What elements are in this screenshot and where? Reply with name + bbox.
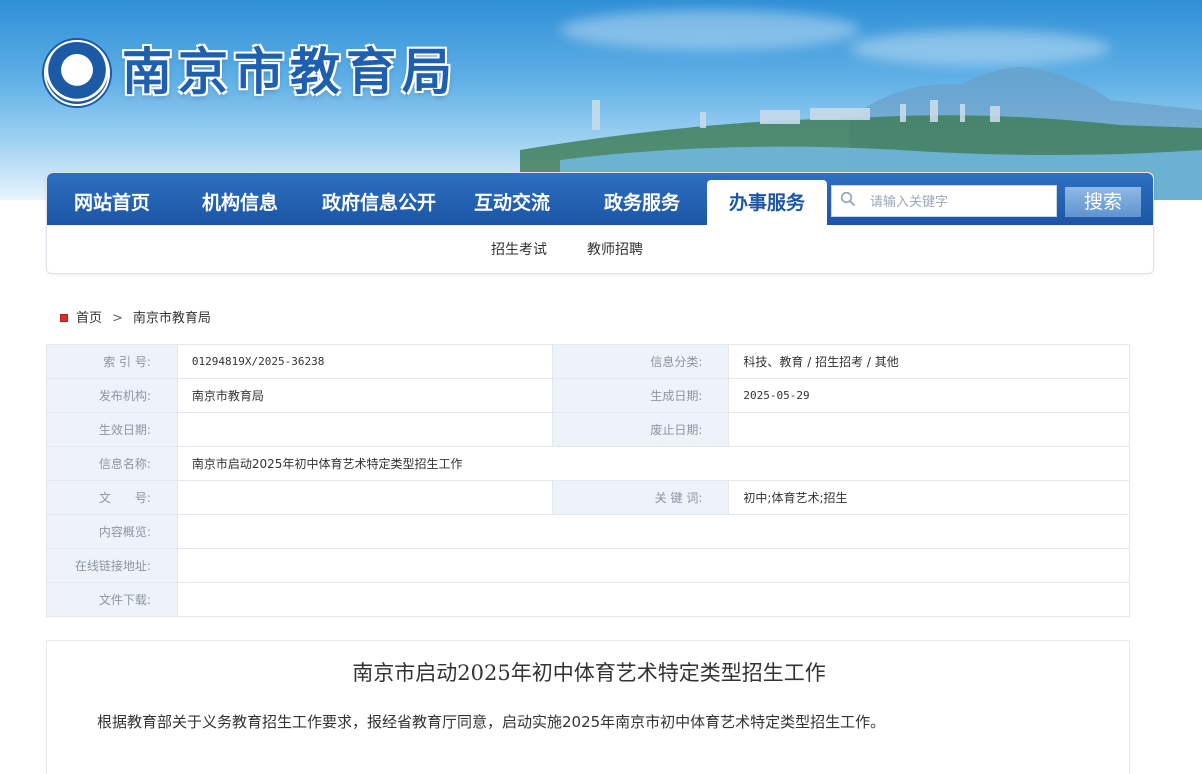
info-name-value: 南京市启动2025年初中体育艺术特定类型招生工作 xyxy=(176,446,1131,481)
article-body: 根据教育部关于义务教育招生工作要求，报经省教育厅同意，启动实施2025年南京市初… xyxy=(97,713,886,731)
main-navigation: 网站首页 机构信息 政府信息公开 互动交流 政务服务 办事服务 搜索 招生考试 … xyxy=(46,172,1154,274)
search-button[interactable]: 搜索 xyxy=(1065,187,1141,217)
subnav-item-teacher-recruitment[interactable]: 教师招聘 xyxy=(587,239,643,259)
nav-item-affairs-services[interactable]: 办事服务 xyxy=(707,180,827,225)
online-link-value xyxy=(176,548,1131,583)
table-row: 索 引 号: 01294819X/2025-36238 信息分类: 科技、教育 … xyxy=(46,344,1130,379)
table-row: 生效日期: 废止日期: xyxy=(46,412,1130,447)
nav-item-government-info-disclosure[interactable]: 政府信息公开 xyxy=(309,173,449,225)
publisher-label: 发布机构: xyxy=(46,378,178,413)
keywords-value: 初中;体育艺术;招生 xyxy=(728,480,1130,515)
subnav-item-enrollment-exams[interactable]: 招生考试 xyxy=(491,239,547,259)
site-title: 南京市教育局 xyxy=(122,42,458,101)
sub-navigation: 招生考试 教师招聘 xyxy=(47,225,1153,273)
table-row: 文 号: 关 键 词: 初中;体育艺术;招生 xyxy=(46,480,1130,515)
article: 南京市启动2025年初中体育艺术特定类型招生工作 根据教育部关于义务教育招生工作… xyxy=(46,640,1130,774)
table-row: 文件下载: xyxy=(46,582,1131,617)
document-number-label: 文 号: xyxy=(46,480,178,515)
created-date-label: 生成日期: xyxy=(551,378,730,413)
article-title: 南京市启动2025年初中体育艺术特定类型招生工作 xyxy=(352,661,826,685)
index-number-value: 01294819X/2025-36238 xyxy=(176,344,553,379)
nanjing-education-emblem-icon xyxy=(44,40,110,106)
effective-date-value xyxy=(176,412,553,447)
document-info-table: 索 引 号: 01294819X/2025-36238 信息分类: 科技、教育 … xyxy=(46,344,1131,617)
file-download-label: 文件下载: xyxy=(46,582,178,617)
breadcrumb-current[interactable]: 南京市教育局 xyxy=(133,311,211,326)
online-link-label: 在线链接地址: xyxy=(46,548,178,583)
breadcrumb-marker-icon xyxy=(60,313,68,322)
keywords-label: 关 键 词: xyxy=(551,480,730,515)
nav-item-organization-info[interactable]: 机构信息 xyxy=(185,173,295,225)
nav-item-interaction[interactable]: 互动交流 xyxy=(457,173,567,225)
table-row: 在线链接地址: xyxy=(46,548,1131,583)
content-summary-value xyxy=(176,514,1131,549)
search-box xyxy=(831,185,1057,218)
publisher-value: 南京市教育局 xyxy=(176,378,553,413)
effective-date-label: 生效日期: xyxy=(46,412,178,447)
breadcrumb-separator: > xyxy=(112,311,123,326)
info-name-label: 信息名称: xyxy=(46,446,178,481)
breadcrumb-home-link[interactable]: 首页 xyxy=(76,311,102,326)
table-row: 信息名称: 南京市启动2025年初中体育艺术特定类型招生工作 xyxy=(46,446,1131,481)
table-row: 发布机构: 南京市教育局 生成日期: 2025-05-29 xyxy=(46,378,1130,413)
header-banner: 南京市教育局 xyxy=(0,0,1202,200)
search-icon xyxy=(840,191,855,206)
breadcrumb: 首页 > 南京市教育局 xyxy=(60,310,211,328)
created-date-value: 2025-05-29 xyxy=(728,378,1130,413)
document-number-value xyxy=(176,480,553,515)
index-number-label: 索 引 号: xyxy=(46,344,178,379)
table-row: 内容概览: xyxy=(46,514,1131,549)
file-download-value xyxy=(176,582,1131,617)
nav-item-home[interactable]: 网站首页 xyxy=(57,173,167,225)
category-value: 科技、教育 / 招生招考 / 其他 xyxy=(728,344,1130,379)
nav-item-government-services[interactable]: 政务服务 xyxy=(587,173,697,225)
abolished-date-value xyxy=(728,412,1130,447)
nav-bar: 网站首页 机构信息 政府信息公开 互动交流 政务服务 办事服务 搜索 xyxy=(47,173,1153,225)
category-label: 信息分类: xyxy=(551,344,730,379)
search-input[interactable] xyxy=(868,186,1052,218)
content-summary-label: 内容概览: xyxy=(46,514,178,549)
abolished-date-label: 废止日期: xyxy=(551,412,730,447)
